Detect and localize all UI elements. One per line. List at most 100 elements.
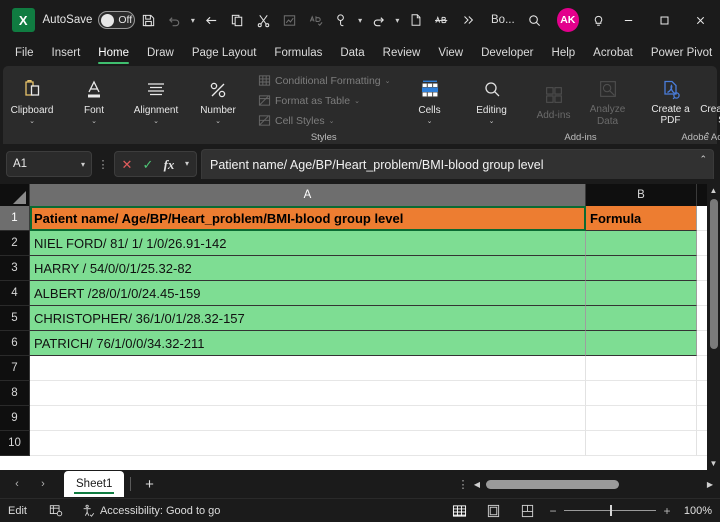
chart-button[interactable] bbox=[276, 6, 302, 34]
clipboard-button[interactable]: Clipboard ⌄ bbox=[5, 73, 59, 125]
tab-data[interactable]: Data bbox=[331, 40, 373, 66]
copy-button[interactable] bbox=[224, 6, 250, 34]
horizontal-scrollbar-track[interactable] bbox=[486, 479, 701, 489]
document-title[interactable]: Bo... bbox=[491, 14, 515, 26]
cell-a5[interactable]: CHRISTOPHER/ 36/1/0/1/28.32-157 bbox=[30, 306, 586, 331]
minimize-icon[interactable] bbox=[611, 3, 647, 37]
tab-page-layout[interactable]: Page Layout bbox=[183, 40, 266, 66]
format-as-table-button[interactable]: Format as Table ⌄ bbox=[253, 91, 364, 111]
conditional-formatting-button[interactable]: Conditional Formatting ⌄ bbox=[253, 71, 395, 91]
number-chevron-down-icon[interactable]: ⌄ bbox=[215, 118, 221, 126]
redo-button[interactable] bbox=[366, 6, 392, 34]
cell-styles-chevron-down-icon[interactable]: ⌄ bbox=[329, 117, 335, 125]
alignment-chevron-down-icon[interactable]: ⌄ bbox=[153, 118, 159, 126]
font-button[interactable]: Font ⌄ bbox=[67, 73, 121, 125]
row-header-5[interactable]: 5 bbox=[0, 306, 30, 331]
cell-a3[interactable]: HARRY / 54/0/0/1/25.32-82 bbox=[30, 256, 586, 281]
next-sheet-chevron-right-icon[interactable]: › bbox=[30, 472, 56, 496]
alignment-button[interactable]: Alignment ⌄ bbox=[129, 73, 183, 125]
cells-chevron-down-icon[interactable]: ⌄ bbox=[427, 118, 433, 126]
name-box[interactable]: A1 ▾ bbox=[6, 151, 92, 177]
ab-button[interactable] bbox=[429, 6, 455, 34]
cell-a6[interactable]: PATRICH/ 76/1/0/0/34.32-211 bbox=[30, 331, 586, 356]
previous-sheet-chevron-left-icon[interactable]: ‹ bbox=[4, 472, 30, 496]
record-macro-icon[interactable] bbox=[49, 504, 63, 517]
row-header-7[interactable]: 7 bbox=[0, 356, 30, 381]
horizontal-scrollbar[interactable]: ◀ ▶ bbox=[471, 477, 716, 491]
cell-b9[interactable] bbox=[586, 406, 697, 431]
cell-styles-button[interactable]: Cell Styles ⌄ bbox=[253, 111, 338, 131]
cell-b10[interactable] bbox=[586, 431, 697, 456]
hscroll-left-triangle-left-icon[interactable]: ◀ bbox=[471, 480, 483, 489]
add-sheet-plus-icon[interactable]: + bbox=[137, 472, 161, 496]
zoom-in-button[interactable]: + bbox=[662, 504, 672, 518]
vertical-scrollbar[interactable]: ▲ ▼ bbox=[707, 184, 720, 470]
cell-a9[interactable] bbox=[30, 406, 586, 431]
close-icon[interactable] bbox=[682, 3, 718, 37]
format-as-table-chevron-down-icon[interactable]: ⌄ bbox=[354, 97, 360, 105]
cell-a7[interactable] bbox=[30, 356, 586, 381]
create-pdf-button[interactable]: Create a PDF bbox=[643, 73, 699, 126]
accessibility-status[interactable]: Accessibility: Good to go bbox=[81, 504, 220, 518]
row-header-10[interactable]: 10 bbox=[0, 431, 30, 456]
lightbulb-icon[interactable] bbox=[585, 6, 611, 34]
cell-b6[interactable] bbox=[586, 331, 697, 356]
row-header-8[interactable]: 8 bbox=[0, 381, 30, 406]
analyze-data-button[interactable]: Analyze Data bbox=[581, 72, 635, 127]
sheet-bar-overflow-icon[interactable]: ⋮ bbox=[455, 478, 471, 491]
cell-b5[interactable] bbox=[586, 306, 697, 331]
collapse-ribbon-chevron-up-icon[interactable]: ⌃ bbox=[703, 131, 711, 142]
tab-draw[interactable]: Draw bbox=[138, 40, 183, 66]
zoom-control[interactable]: − + 100% bbox=[548, 504, 712, 518]
cell-b3[interactable] bbox=[586, 256, 697, 281]
tab-acrobat[interactable]: Acrobat bbox=[584, 40, 642, 66]
cell-a2[interactable]: NIEL FORD/ 81/ 1/ 1/0/26.91-142 bbox=[30, 231, 586, 256]
tab-insert[interactable]: Insert bbox=[43, 40, 90, 66]
cell-b2[interactable] bbox=[586, 231, 697, 256]
row-header-4[interactable]: 4 bbox=[0, 281, 30, 306]
redo-dropdown-chevron-down-icon[interactable]: ▾ bbox=[392, 6, 403, 34]
format-painter-chevron-down-icon[interactable]: ▾ bbox=[354, 6, 365, 34]
maximize-icon[interactable] bbox=[647, 3, 683, 37]
select-all-corner-icon[interactable] bbox=[0, 184, 30, 206]
cancel-x-icon[interactable]: ✕ bbox=[119, 158, 135, 171]
clipboard-chevron-down-icon[interactable]: ⌄ bbox=[29, 118, 35, 126]
tab-help[interactable]: Help bbox=[543, 40, 585, 66]
editing-chevron-down-icon[interactable]: ⌄ bbox=[489, 118, 495, 126]
vertical-scrollbar-thumb[interactable] bbox=[709, 199, 718, 349]
cell-a4[interactable]: ALBERT /28/0/1/0/24.45-159 bbox=[30, 281, 586, 306]
tab-review[interactable]: Review bbox=[374, 40, 430, 66]
zoom-out-button[interactable]: − bbox=[548, 504, 558, 518]
tab-developer[interactable]: Developer bbox=[472, 40, 542, 66]
fx-icon[interactable]: fx bbox=[161, 158, 177, 171]
tab-file[interactable]: File bbox=[6, 40, 43, 66]
normal-view-icon[interactable] bbox=[446, 502, 472, 520]
tab-view[interactable]: View bbox=[429, 40, 472, 66]
more-commands-button[interactable] bbox=[455, 6, 481, 34]
cell-a1[interactable]: Patient name/ Age/BP/Heart_problem/BMI-b… bbox=[30, 206, 586, 231]
undo-dropdown-chevron-down-icon[interactable]: ▾ bbox=[187, 6, 198, 34]
page-layout-view-icon[interactable] bbox=[480, 502, 506, 520]
tab-power-pivot[interactable]: Power Pivot bbox=[642, 40, 720, 66]
page-break-view-icon[interactable] bbox=[514, 502, 540, 520]
row-header-6[interactable]: 6 bbox=[0, 331, 30, 356]
horizontal-scrollbar-thumb[interactable] bbox=[486, 479, 620, 489]
formula-bar-overflow-icon[interactable]: ⋮ bbox=[96, 158, 110, 171]
add-ins-button[interactable]: Add-ins bbox=[527, 78, 581, 121]
cell-b1[interactable]: Formula bbox=[586, 206, 697, 231]
fx-chevron-down-icon[interactable]: ▾ bbox=[182, 160, 192, 168]
tab-home[interactable]: Home bbox=[89, 40, 138, 66]
name-box-chevron-down-icon[interactable]: ▾ bbox=[81, 160, 85, 169]
new-doc-button[interactable] bbox=[403, 6, 429, 34]
avatar[interactable]: AK bbox=[556, 8, 580, 32]
autosave-toggle[interactable]: Off bbox=[98, 11, 136, 29]
zoom-slider-thumb[interactable] bbox=[610, 505, 612, 516]
format-painter-button[interactable] bbox=[328, 6, 354, 34]
expand-formula-bar-chevron-up-icon[interactable]: ⌃ bbox=[699, 154, 707, 165]
create-pdf-and-share-link-button[interactable]: Create a PDF and Share link bbox=[699, 73, 720, 126]
column-header-a[interactable]: A bbox=[30, 184, 586, 206]
column-header-b[interactable]: B bbox=[586, 184, 697, 206]
cells-button[interactable]: Cells ⌄ bbox=[403, 73, 457, 125]
row-header-9[interactable]: 9 bbox=[0, 406, 30, 431]
cell-b8[interactable] bbox=[586, 381, 697, 406]
